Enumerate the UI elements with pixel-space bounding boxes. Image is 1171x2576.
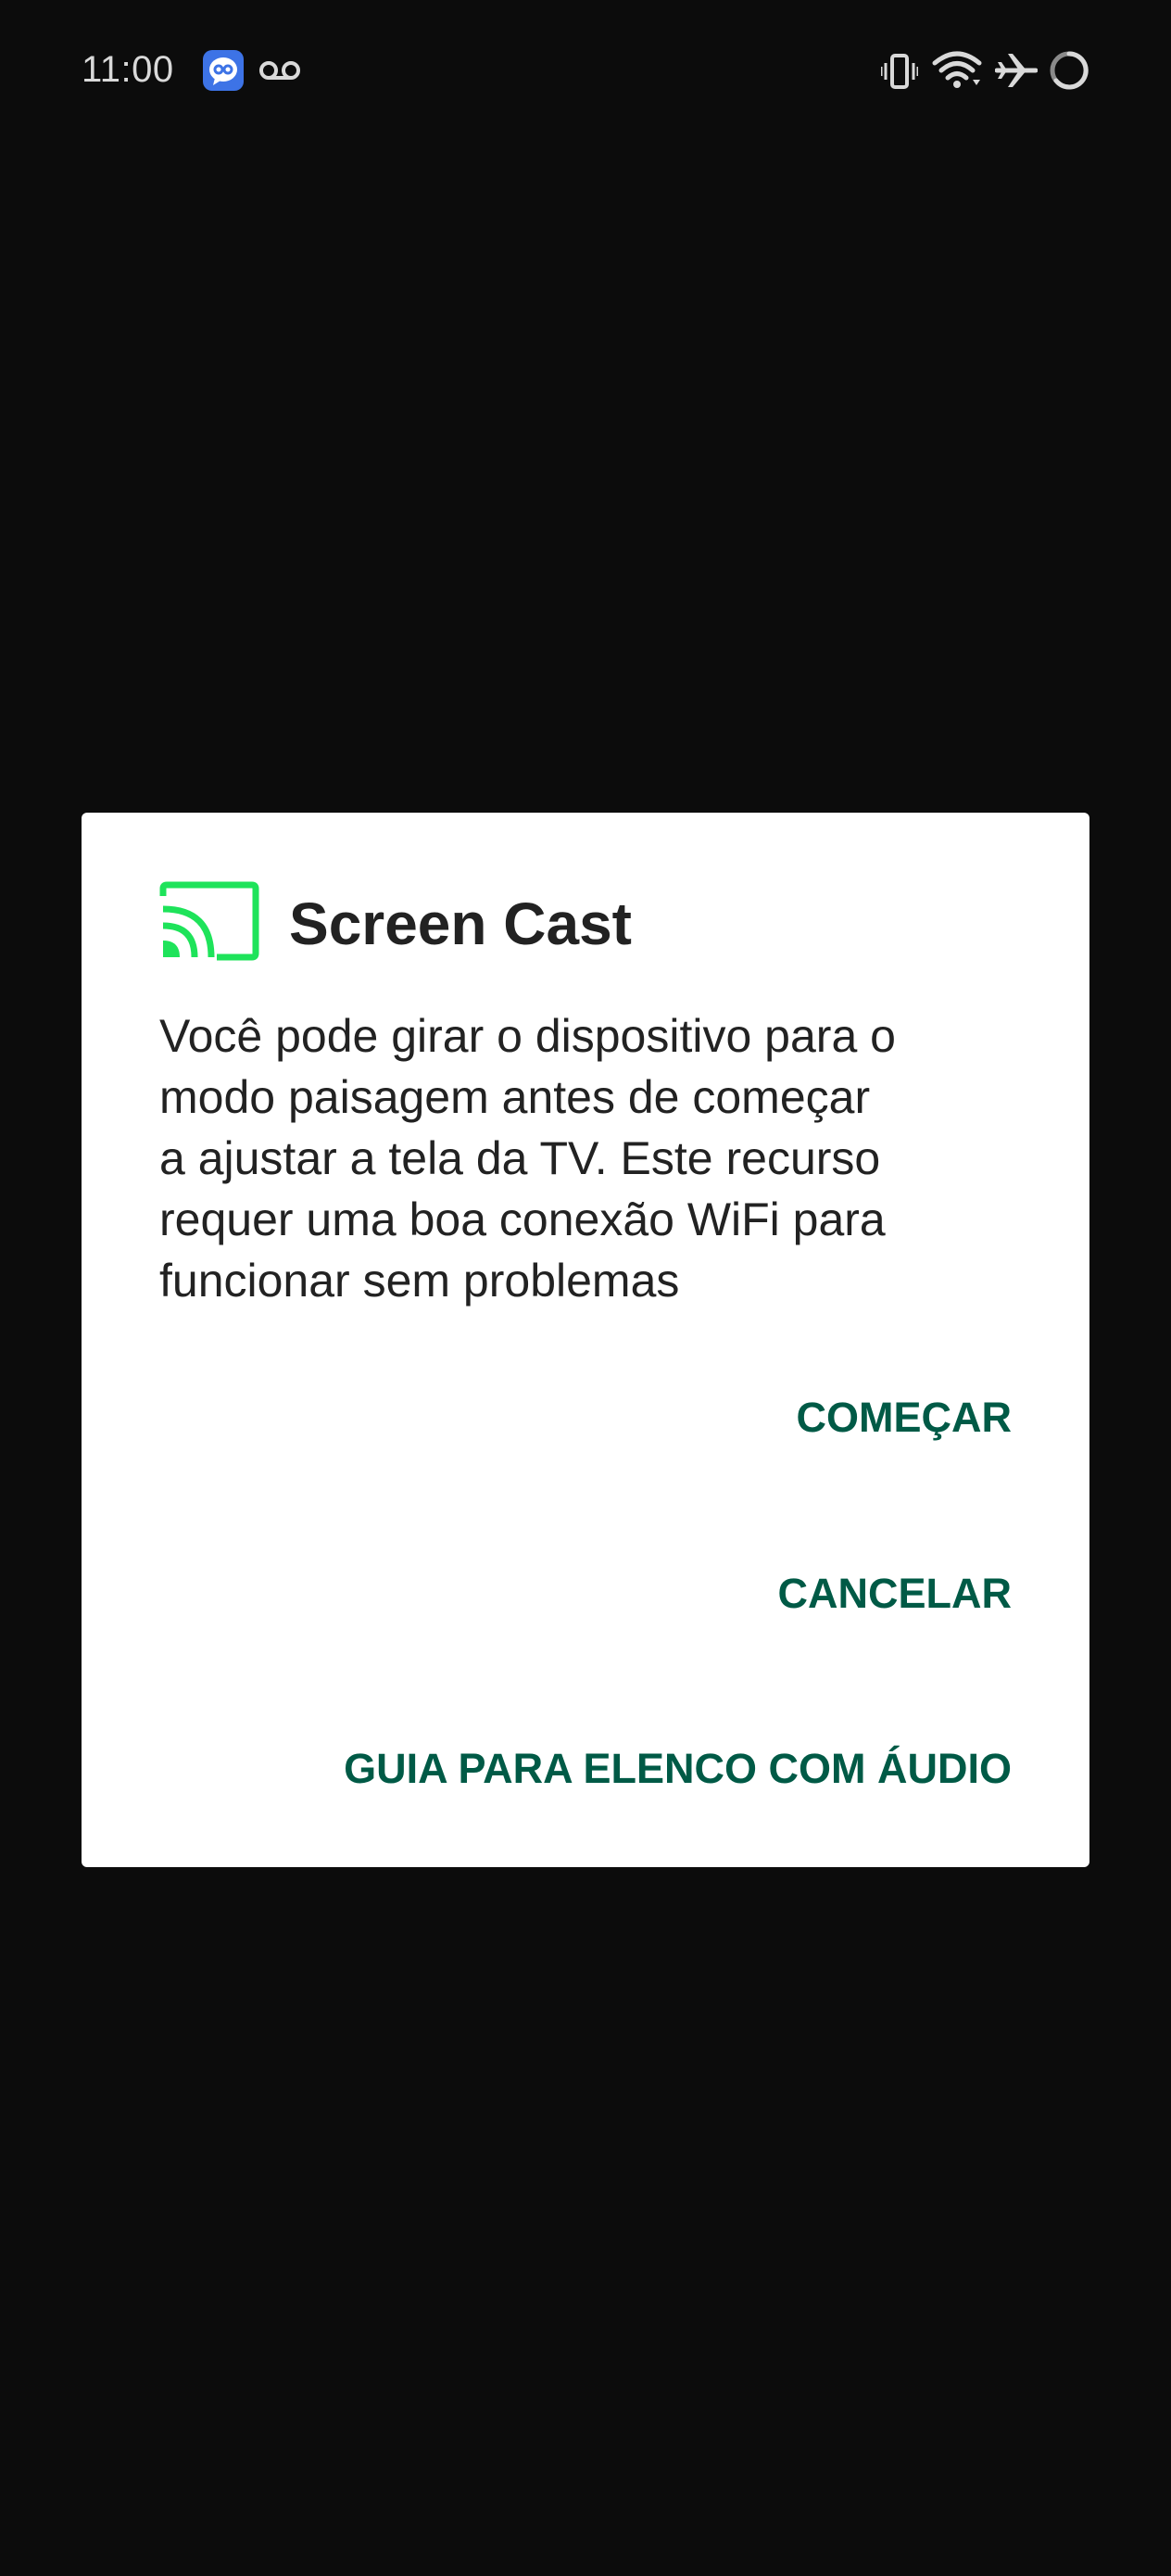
airplane-mode-icon (995, 54, 1038, 87)
status-time: 11:00 (82, 49, 174, 90)
audio-guide-button[interactable]: GUIA PARA ELENCO COM ÁUDIO (344, 1741, 1012, 1797)
voicemail-icon (259, 61, 300, 80)
screen-cast-dialog: Screen Cast Você pode girar o dispositiv… (82, 813, 1089, 1867)
message-line: a ajustar a tela da TV. Este recurso (159, 1132, 881, 1184)
message-line: requer uma boa conexão WiFi para (159, 1193, 886, 1245)
message-line: funcionar sem problemas (159, 1255, 680, 1307)
wifi-icon (932, 51, 982, 88)
battery-charging-icon (1050, 51, 1089, 90)
cast-icon (159, 881, 259, 961)
cancel-button[interactable]: CANCELAR (778, 1566, 1013, 1622)
start-button[interactable]: COMEÇAR (797, 1390, 1013, 1446)
message-line: Você pode girar o dispositivo para o (159, 1010, 896, 1062)
messenger-app-icon (203, 50, 244, 91)
dialog-title: Screen Cast (289, 890, 632, 957)
dialog-message: Você pode girar o dispositivo para o mod… (159, 1005, 1030, 1311)
message-line: modo paisagem antes de começar (159, 1071, 871, 1123)
status-bar: 11:00 (0, 0, 1171, 139)
vibrate-icon (881, 54, 918, 89)
